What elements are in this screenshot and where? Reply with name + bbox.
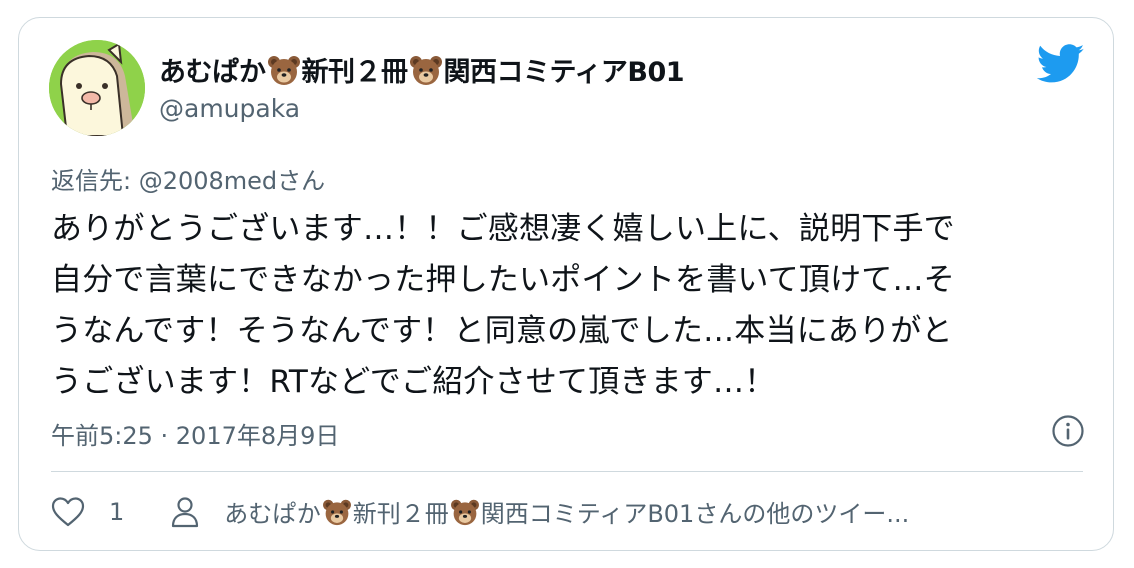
like-count[interactable]: 1 (109, 498, 124, 526)
tweet-card[interactable]: あむぱか 新刊２冊 関西コミティアB01 @amupaka 返信先: @2008… (18, 17, 1114, 551)
author-name-part-1: あむぱか (159, 57, 266, 88)
bear-face-icon (409, 55, 442, 85)
author-name-part-3: 関西コミティアB01 (443, 57, 685, 88)
author-name-part-2: 新刊２冊 (301, 57, 409, 88)
avatar-image (49, 40, 145, 136)
author-handle[interactable]: @amupaka (159, 94, 300, 123)
more-tweets-part-3: 関西コミティアB01さんの他のツイー... (480, 500, 910, 528)
person-icon[interactable] (170, 496, 200, 528)
author-name[interactable]: あむぱか 新刊２冊 関西コミティアB01 (159, 50, 685, 89)
action-bar: 1 あむぱか 新刊２冊 関西コミティアB01さんの他のツイー... (51, 494, 909, 529)
timestamp[interactable]: 午前5:25 · 2017年8月9日 (51, 416, 339, 451)
divider (51, 471, 1083, 472)
tweet-text: ありがとうございます…！！ご感想凄く嬉しい上に、説明下手で 自分で言葉にできなか… (51, 211, 955, 400)
bear-face-icon (450, 499, 479, 525)
more-tweets-link[interactable]: あむぱか 新刊２冊 関西コミティアB01さんの他のツイー... (224, 494, 909, 529)
info-icon[interactable] (1051, 414, 1085, 448)
bear-face-icon (267, 55, 300, 85)
heart-icon[interactable] (51, 496, 85, 528)
more-tweets-part-1: あむぱか (224, 500, 321, 528)
twitter-bird-icon[interactable] (1037, 44, 1085, 84)
reply-to[interactable]: 返信先: @2008medさん (51, 161, 325, 196)
bear-face-icon (322, 499, 351, 525)
avatar[interactable] (49, 40, 145, 136)
more-tweets-part-2: 新刊２冊 (352, 500, 449, 528)
